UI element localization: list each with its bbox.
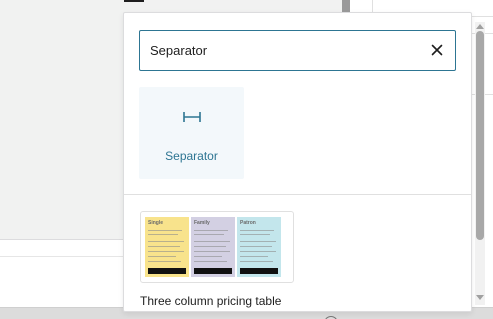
search-box bbox=[139, 30, 456, 71]
block-item-separator[interactable]: Separator bbox=[139, 87, 244, 179]
pricing-column-title: Patron bbox=[240, 220, 256, 226]
search-input[interactable] bbox=[150, 31, 410, 69]
pricing-column-title: Family bbox=[194, 220, 210, 226]
canvas-element bbox=[124, 0, 144, 2]
pricing-column-preview: Family bbox=[191, 217, 235, 277]
clear-search-button[interactable] bbox=[427, 40, 447, 60]
scroll-up-arrow-icon[interactable] bbox=[476, 24, 484, 29]
scrollbar-thumb[interactable] bbox=[476, 31, 484, 240]
pricing-column-title: Single bbox=[148, 220, 164, 226]
pattern-preview-three-column-pricing-table[interactable]: Single Family Patron bbox=[140, 211, 294, 283]
pricing-column-preview: Single bbox=[145, 217, 189, 277]
close-icon bbox=[431, 44, 443, 56]
pattern-label: Three column pricing table bbox=[140, 294, 282, 308]
block-item-label: Separator bbox=[165, 149, 218, 163]
separator-icon bbox=[183, 112, 201, 122]
block-inserter-popover: Separator Single Family bbox=[123, 12, 472, 312]
scroll-down-arrow-icon[interactable] bbox=[476, 295, 484, 300]
section-divider bbox=[124, 194, 471, 195]
editor-window: Separator Single Family bbox=[0, 0, 493, 319]
pricing-column-preview: Patron bbox=[237, 217, 281, 277]
